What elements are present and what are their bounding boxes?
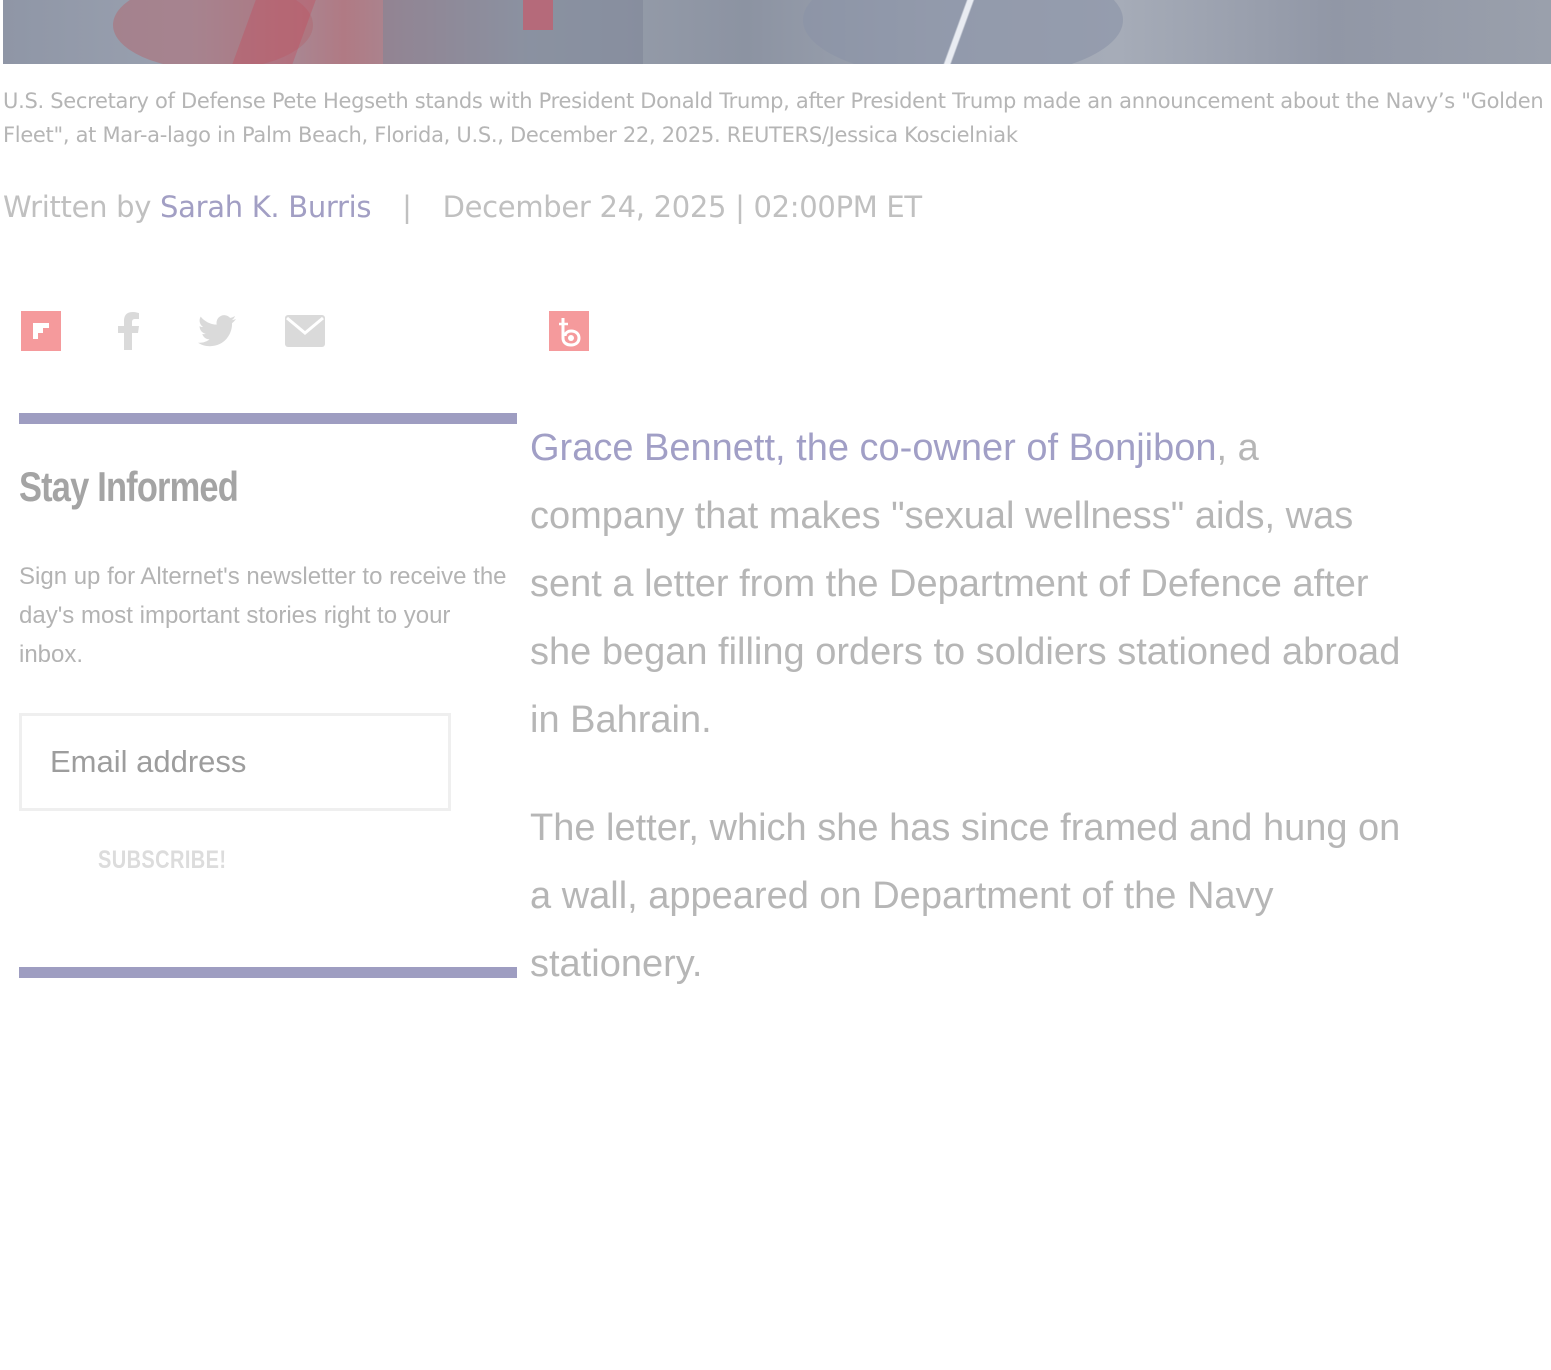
newsletter-title: Stay Informed xyxy=(19,463,239,510)
newsletter-description: Sign up for Alternet's newsletter to rec… xyxy=(19,563,507,668)
email-input[interactable] xyxy=(19,713,451,811)
article-paragraph-1-text: , a company that makes "sexual wellness"… xyxy=(530,427,1401,741)
newsletter-bottom-rule xyxy=(19,967,517,978)
newsletter-top-rule xyxy=(19,413,517,424)
photo-caption: U.S. Secretary of Defense Pete Hegseth s… xyxy=(3,89,1544,147)
article-paragraph-2: The letter, which she has since framed a… xyxy=(530,807,1401,985)
publish-datetime: December 24, 2025 | 02:00PM ET xyxy=(442,190,923,224)
subscribe-button[interactable]: SUBSCRIBE! xyxy=(98,846,226,875)
twitter-icon[interactable] xyxy=(197,311,237,351)
article-body: Grace Bennett, the co-owner of Bonjibon,… xyxy=(530,414,1410,1038)
byline-separator: | xyxy=(402,190,412,224)
flipboard-icon[interactable] xyxy=(21,311,61,351)
hero-photo xyxy=(3,0,1551,64)
author-link[interactable]: Sarah K. Burris xyxy=(160,190,372,224)
bonjibon-link[interactable]: Grace Bennett, the co-owner of Bonjibon xyxy=(530,427,1217,469)
bonjour-icon[interactable] xyxy=(549,311,589,351)
article-paragraph-1: Grace Bennett, the co-owner of Bonjibon,… xyxy=(530,414,1410,754)
byline: Written by Sarah K. Burris | December 24… xyxy=(3,190,922,224)
facebook-icon[interactable] xyxy=(109,311,149,351)
byline-prefix: Written by xyxy=(3,190,152,224)
email-icon[interactable] xyxy=(285,311,325,351)
